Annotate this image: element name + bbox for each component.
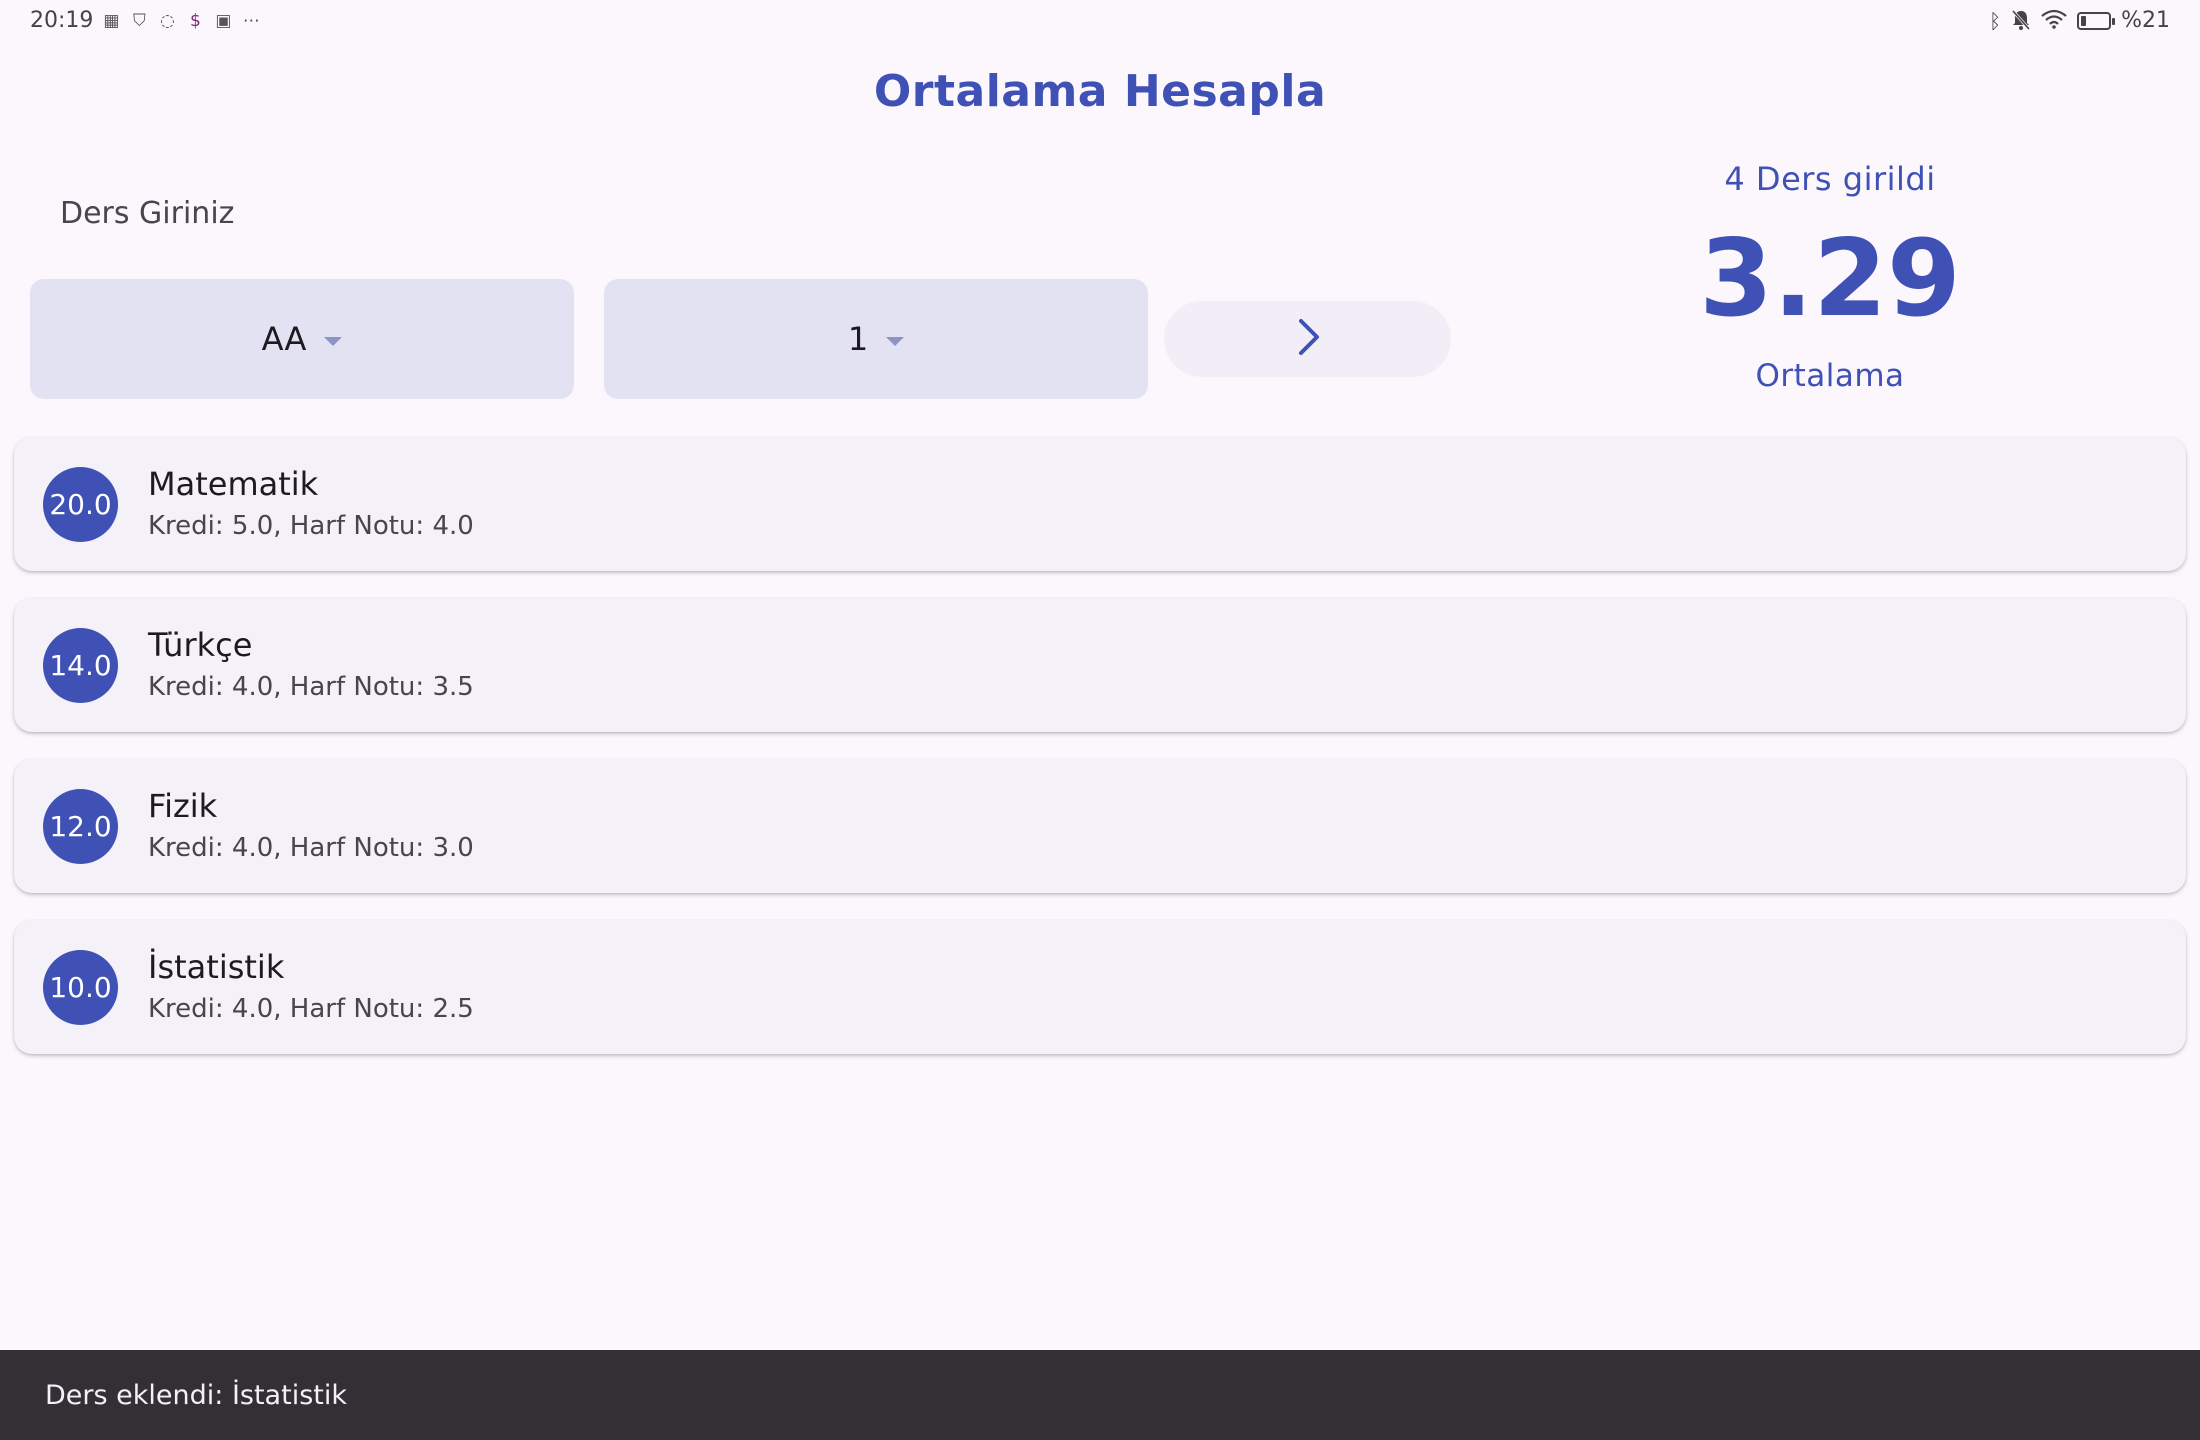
status-left: 20:19 ▦ ⛉ ◌ $ ▣ ⋯	[30, 8, 261, 33]
chevron-right-icon	[1293, 317, 1323, 361]
course-name: Fizik	[148, 787, 218, 825]
list-item[interactable]: 12.0 Fizik Kredi: 4.0, Harf Notu: 3.0	[14, 759, 2186, 893]
course-count: 4 Ders girildi	[1724, 160, 1936, 198]
course-detail: Kredi: 4.0, Harf Notu: 3.0	[148, 833, 474, 863]
page-title: Ortalama Hesapla	[873, 66, 1327, 117]
status-bar: 20:19 ▦ ⛉ ◌ $ ▣ ⋯ ᛒ %21	[0, 0, 2200, 44]
list-item[interactable]: 10.0 İstatistik Kredi: 4.0, Harf Notu: 2…	[14, 920, 2186, 1054]
course-name: Türkçe	[148, 626, 253, 664]
average-summary: 4 Ders girildi 3.29 Ortalama	[1660, 160, 2000, 394]
caret-down-icon	[324, 336, 343, 346]
dollar-app-icon: $	[189, 10, 201, 31]
grade-dropdown-value: AA	[261, 320, 307, 358]
sim-card-icon: ▦	[103, 10, 120, 31]
grade-dropdown[interactable]: AA	[30, 279, 574, 399]
credit-dropdown-value: 1	[847, 320, 869, 358]
course-name: Matematik	[148, 465, 319, 503]
course-detail: Kredi: 5.0, Harf Notu: 4.0	[148, 511, 474, 541]
bluetooth-icon: ᛒ	[1989, 8, 2002, 33]
wifi-icon	[2041, 9, 2067, 33]
course-list: 20.0 Matematik Kredi: 5.0, Harf Notu: 4.…	[14, 437, 2186, 1081]
battery-icon	[2077, 11, 2116, 30]
course-detail: Kredi: 4.0, Harf Notu: 2.5	[148, 994, 474, 1024]
course-detail: Kredi: 4.0, Harf Notu: 3.5	[148, 672, 474, 702]
credit-dropdown[interactable]: 1	[604, 279, 1148, 399]
more-dots-icon: ⋯	[242, 10, 260, 31]
course-score-badge: 12.0	[43, 789, 118, 864]
whatsapp-icon: ◌	[159, 10, 175, 31]
list-item[interactable]: 20.0 Matematik Kredi: 5.0, Harf Notu: 4.…	[14, 437, 2186, 571]
course-score-badge: 10.0	[43, 950, 118, 1025]
status-right: ᛒ %21	[1989, 8, 2170, 33]
list-item[interactable]: 14.0 Türkçe Kredi: 4.0, Harf Notu: 3.5	[14, 598, 2186, 732]
battery-percent: %21	[2121, 8, 2170, 33]
add-course-button[interactable]	[1164, 301, 1451, 377]
snackbar: Ders eklendi: İstatistik	[0, 1350, 2200, 1440]
tshirt-app-icon: ▣	[215, 10, 232, 31]
course-score-badge: 20.0	[43, 467, 118, 542]
course-name-input[interactable]: Ders Giriniz	[60, 196, 234, 231]
average-label: Ortalama	[1755, 358, 1905, 394]
battery-fill	[2081, 15, 2087, 26]
course-name: İstatistik	[148, 948, 285, 986]
snackbar-message: Ders eklendi: İstatistik	[45, 1379, 347, 1411]
shield-check-icon: ⛉	[133, 10, 146, 31]
bell-off-icon	[2011, 9, 2031, 33]
caret-down-icon	[886, 336, 905, 346]
course-score-badge: 14.0	[43, 628, 118, 703]
average-value: 3.29	[1699, 217, 1961, 340]
status-time: 20:19	[30, 8, 94, 33]
